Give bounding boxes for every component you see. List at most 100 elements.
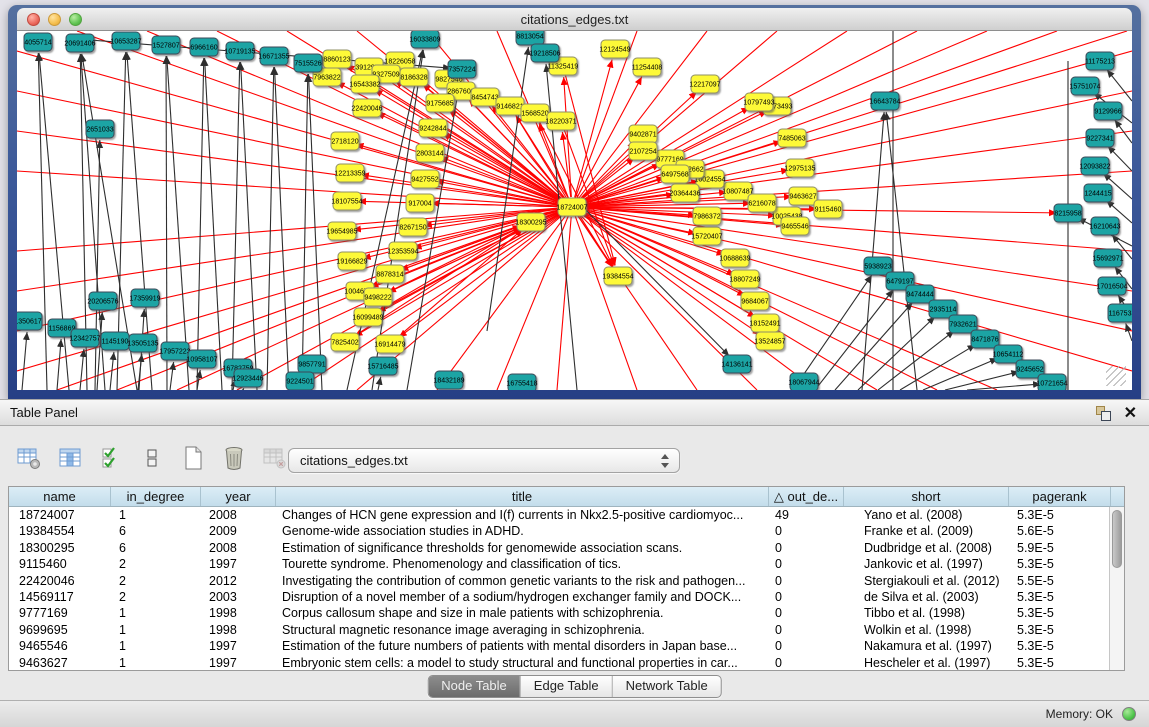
row-height-icon[interactable] [139, 445, 165, 471]
table-row[interactable]: 1938455462009Genome-wide association stu… [9, 523, 1124, 539]
column-header-title[interactable]: title [276, 487, 769, 506]
window-resize-grip[interactable] [1106, 366, 1126, 386]
graph-node-label: 8454743 [471, 95, 498, 102]
table-cell: Investigating the contribution of common… [276, 573, 769, 589]
graph-node-label: 7825402 [331, 340, 358, 347]
graph-node-label: 10721654 [1036, 381, 1067, 388]
graph-node-label: 6966160 [190, 45, 217, 52]
graph-node-label: 13524857 [754, 339, 785, 346]
combo-stepper-icon [661, 453, 670, 469]
table-panel-title: Table Panel [10, 400, 78, 426]
graph-node-label: 6216078 [748, 201, 775, 208]
graph-node-label: 7515526 [294, 61, 321, 68]
graph-node-label: 1145190 [102, 339, 129, 346]
delete-table-icon[interactable] [221, 445, 247, 471]
graph-node-label: 7963822 [313, 75, 340, 82]
table-type-tabs: Node TableEdge TableNetwork Table [427, 675, 722, 698]
graph-node-label: 11325419 [548, 64, 579, 71]
graph-edge [170, 362, 174, 390]
graph-node-label: 2718120 [331, 139, 358, 146]
close-panel-icon[interactable]: ✕ [1124, 403, 1137, 423]
graph-edge [39, 53, 69, 390]
graph-edge [267, 67, 274, 390]
row-selection-icon[interactable] [98, 445, 124, 471]
table-scrollbar-thumb[interactable] [1112, 510, 1122, 568]
graph-node-label: 12975135 [784, 166, 815, 173]
graph-node-label: 9224501 [286, 379, 313, 386]
graph-edge [17, 209, 562, 331]
graph-edge [378, 377, 381, 390]
graph-edge [582, 208, 1132, 291]
graph-node-label: 16914479 [374, 342, 405, 349]
graph-node-label: 10688639 [719, 256, 750, 263]
graph-node-label: 9227341 [1086, 136, 1113, 143]
table-row[interactable]: 977716911998Corpus callosum shape and si… [9, 605, 1124, 621]
network-window-titlebar[interactable]: citations_edges.txt [17, 8, 1132, 31]
graph-node-label: 9465546 [781, 224, 808, 231]
graph-node-label: 2803144 [416, 151, 443, 158]
table-row[interactable]: 1456911722003Disruption of a novel membe… [9, 589, 1124, 605]
graph-node-label: 9402871 [629, 132, 656, 139]
graph-node-label: 19654985 [326, 229, 357, 236]
table-row[interactable]: 946554611997Estimation of the future num… [9, 638, 1124, 654]
graph-node-label: 16099489 [352, 315, 383, 322]
memory-status-label: Memory: OK [1046, 701, 1113, 727]
graph-node-label: 9115460 [815, 207, 842, 214]
table-row[interactable]: 946362711997Embryonic stem cells: a mode… [9, 655, 1124, 671]
table-settings-icon[interactable] [16, 445, 42, 471]
table-scrollbar[interactable] [1109, 507, 1124, 670]
table-cell: 9463627 [9, 655, 111, 671]
graph-node-label: 9427552 [411, 177, 438, 184]
table-row[interactable]: 2242004622012Investigating the contribut… [9, 573, 1124, 589]
column-header-short[interactable]: short [844, 487, 1009, 506]
table-row[interactable]: 911546021997Tourette syndrome. Phenomeno… [9, 556, 1124, 572]
graph-edge [858, 317, 935, 390]
table-cell: 1 [111, 622, 201, 638]
table-cell: 5.9E-5 [1009, 540, 1111, 556]
graph-edge [80, 349, 84, 390]
table-cell: Changes of HCN gene expression and I(f) … [276, 507, 769, 523]
graph-node-label: 10653287 [110, 39, 141, 46]
graph-node-label: 15692971 [1092, 256, 1123, 263]
column-header-name[interactable]: name [9, 487, 111, 506]
table-cell: 0 [769, 573, 844, 589]
float-panel-icon[interactable] [1096, 406, 1111, 421]
table-cell: 1998 [201, 605, 276, 621]
table-cell: 5.3E-5 [1009, 507, 1111, 523]
table-row[interactable]: 1830029562008Estimation of significance … [9, 540, 1124, 556]
graph-node-label: 11254408 [632, 65, 663, 72]
table-selector[interactable]: citations_edges.txt [288, 448, 680, 473]
graph-edge [38, 53, 47, 390]
import-table-icon[interactable] [262, 445, 288, 471]
table-cell: Jankovic et al. (1997) [844, 556, 1009, 572]
column-header-out_de[interactable]: △ out_de... [769, 487, 844, 506]
table-cell: 6 [111, 540, 201, 556]
table-cell: de Silva et al. (2003) [844, 589, 1009, 605]
tab-edge-table[interactable]: Edge Table [520, 676, 612, 697]
table-cell: 14569117 [9, 589, 111, 605]
graph-node-label: 6497568 [661, 172, 688, 179]
table-cell: Stergiakouli et al. (2012) [844, 573, 1009, 589]
graph-node-label: 9857791 [298, 362, 325, 369]
new-table-icon[interactable] [180, 445, 206, 471]
table-cell: 5.3E-5 [1009, 589, 1111, 605]
table-cell: 2008 [201, 540, 276, 556]
table-cell: 1997 [201, 556, 276, 572]
graph-edge [241, 62, 257, 390]
table-cell: Nakamura et al. (1997) [844, 638, 1009, 654]
table-row[interactable]: 1872400712008Changes of HCN gene express… [9, 507, 1124, 523]
tab-node-table[interactable]: Node Table [428, 676, 520, 697]
graph-edge [308, 74, 322, 390]
graph-node-label: 8813054 [516, 34, 543, 41]
column-visibility-icon[interactable] [57, 445, 83, 471]
column-header-in_degree[interactable]: in_degree [111, 487, 201, 506]
network-canvas[interactable]: 1872400718300295886012339129541822605893… [17, 31, 1132, 390]
table-cell: Tourette syndrome. Phenomenology and cla… [276, 556, 769, 572]
table-row[interactable]: 969969511998Structural magnetic resonanc… [9, 622, 1124, 638]
table-cell: 2 [111, 589, 201, 605]
graph-node-label: 8267150 [399, 225, 426, 232]
graph-node-label: 5938923 [864, 264, 891, 271]
column-header-year[interactable]: year [201, 487, 276, 506]
tab-network-table[interactable]: Network Table [612, 676, 721, 697]
column-header-pagerank[interactable]: pagerank [1009, 487, 1111, 506]
